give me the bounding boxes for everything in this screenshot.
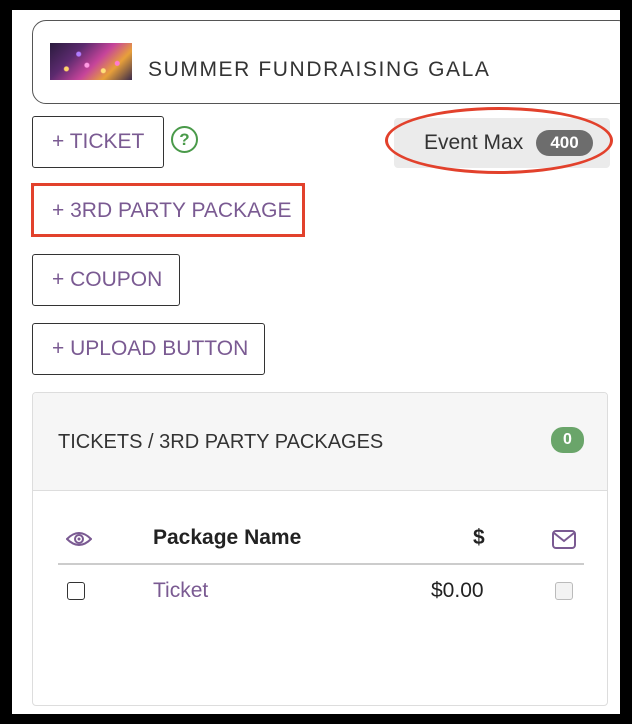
page-frame: SUMMER FUNDRAISING GALA + TICKET ? Event… (12, 10, 620, 714)
row-price: $0.00 (431, 579, 484, 602)
row-visibility-checkbox[interactable] (67, 582, 85, 600)
panel-title: TICKETS / 3RD PARTY PACKAGES (58, 431, 384, 453)
row-package-name-link[interactable]: Ticket (153, 579, 208, 603)
help-icon[interactable]: ? (171, 126, 198, 153)
event-thumbnail (50, 43, 132, 80)
header-divider (58, 563, 584, 565)
event-title: SUMMER FUNDRAISING GALA (148, 58, 491, 81)
add-coupon-button[interactable]: + COUPON (32, 254, 180, 306)
annotation-ellipse (385, 107, 613, 174)
event-header-card[interactable]: SUMMER FUNDRAISING GALA (32, 20, 620, 104)
annotation-highlight-box (31, 183, 305, 237)
add-upload-button[interactable]: + UPLOAD BUTTON (32, 323, 265, 375)
column-header-price: $ (473, 526, 485, 549)
row-email-checkbox[interactable] (555, 582, 573, 600)
panel-count-badge: 0 (551, 427, 584, 453)
panel-header: TICKETS / 3RD PARTY PACKAGES 0 (33, 393, 607, 491)
eye-icon (66, 532, 92, 546)
tickets-panel: TICKETS / 3RD PARTY PACKAGES 0 Package N… (32, 392, 608, 706)
column-header-package-name: Package Name (153, 526, 302, 549)
add-ticket-button[interactable]: + TICKET (32, 116, 164, 168)
envelope-icon (552, 530, 576, 549)
